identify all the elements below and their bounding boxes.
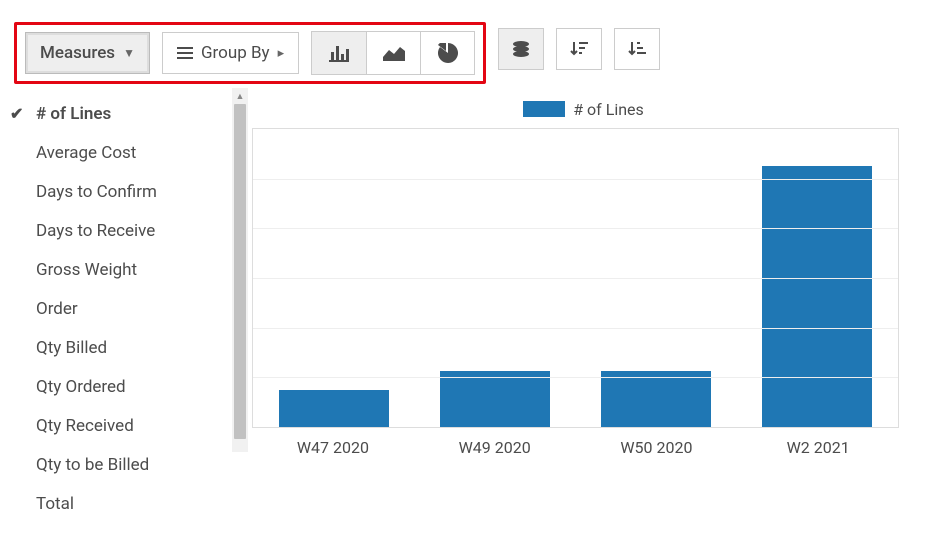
measure-item[interactable]: Gross Weight xyxy=(0,250,248,289)
measures-button-label: Measures xyxy=(40,43,115,63)
chart-legend: # of Lines xyxy=(248,94,919,124)
stacked-toggle-button[interactable] xyxy=(498,28,544,70)
measure-item-label: Qty Billed xyxy=(36,338,107,358)
measure-item-label: Order xyxy=(36,299,78,319)
stacked-icon xyxy=(511,40,531,58)
groupby-button[interactable]: Group By ▸ xyxy=(162,32,299,74)
pie-chart-button[interactable] xyxy=(420,32,474,74)
measure-item[interactable]: Total xyxy=(0,484,248,523)
highlighted-controls: Measures ▼ Group By ▸ xyxy=(14,22,486,84)
measure-item[interactable]: Qty Ordered xyxy=(0,367,248,406)
scrollbar-thumb[interactable] xyxy=(234,104,246,439)
measure-item[interactable]: Qty Received xyxy=(0,406,248,445)
scrollbar-up-icon: ▲ xyxy=(232,88,248,104)
sort-asc-button[interactable] xyxy=(614,28,660,70)
measure-item[interactable]: Days to Receive xyxy=(0,211,248,250)
measure-item-label: Qty to be Billed xyxy=(36,455,149,475)
gridline xyxy=(253,278,898,279)
x-tick: W2 2021 xyxy=(763,438,873,457)
toolbar: Measures ▼ Group By ▸ xyxy=(0,0,939,84)
gridline xyxy=(253,377,898,378)
measures-sidebar: ✔ # of Lines Average Cost Days to Confirm Da… xyxy=(0,84,248,554)
pie-chart-icon xyxy=(438,43,458,63)
x-tick: W49 2020 xyxy=(440,438,550,457)
sort-desc-icon xyxy=(570,40,588,58)
bar-chart-icon xyxy=(329,44,349,62)
bar[interactable] xyxy=(762,166,872,427)
measure-item-label: Qty Ordered xyxy=(36,377,126,397)
bar[interactable] xyxy=(440,371,550,427)
gridline xyxy=(253,228,898,229)
measure-item[interactable]: Order xyxy=(0,289,248,328)
x-tick: W50 2020 xyxy=(601,438,711,457)
chart-plot xyxy=(252,128,899,428)
caret-right-icon: ▸ xyxy=(278,46,285,61)
line-chart-button[interactable] xyxy=(366,32,420,74)
measure-item-label: Days to Receive xyxy=(36,221,155,241)
chart-area: # of Lines W47 2020 W49 2020 W50 2020 W2 20… xyxy=(248,84,939,554)
measure-item-label: Qty Received xyxy=(36,416,134,436)
bar[interactable] xyxy=(279,390,389,427)
groupby-button-label: Group By xyxy=(201,43,270,63)
line-chart-icon xyxy=(383,45,405,61)
measure-item[interactable]: ✔ # of Lines xyxy=(0,94,248,133)
gridline xyxy=(253,179,898,180)
legend-label: # of Lines xyxy=(573,100,644,119)
measure-item[interactable]: Average Cost xyxy=(0,133,248,172)
x-tick: W47 2020 xyxy=(278,438,388,457)
x-axis: W47 2020 W49 2020 W50 2020 W2 2021 xyxy=(252,428,899,457)
measure-item[interactable]: Qty Billed xyxy=(0,328,248,367)
bar-chart-button[interactable] xyxy=(312,32,366,74)
hamburger-icon xyxy=(177,47,193,59)
bar[interactable] xyxy=(601,371,711,427)
caret-down-icon: ▼ xyxy=(123,46,135,60)
measure-item-label: Days to Confirm xyxy=(36,182,157,202)
measure-item-label: # of Lines xyxy=(36,104,111,124)
sort-asc-icon xyxy=(628,40,646,58)
extra-controls xyxy=(498,22,660,70)
chart-type-group xyxy=(311,31,475,75)
measure-item-label: Gross Weight xyxy=(36,260,137,280)
content: ✔ # of Lines Average Cost Days to Confirm Da… xyxy=(0,84,939,554)
measure-item[interactable]: Days to Confirm xyxy=(0,172,248,211)
sort-desc-button[interactable] xyxy=(556,28,602,70)
check-icon: ✔ xyxy=(10,104,23,123)
measure-item-label: Total xyxy=(36,494,74,514)
scrollbar[interactable]: ▲ xyxy=(232,88,248,452)
measures-button[interactable]: Measures ▼ xyxy=(25,32,150,74)
measure-item-label: Average Cost xyxy=(36,143,136,163)
gridline xyxy=(253,328,898,329)
measure-item[interactable]: Qty to be Billed xyxy=(0,445,248,484)
legend-swatch xyxy=(523,101,565,117)
